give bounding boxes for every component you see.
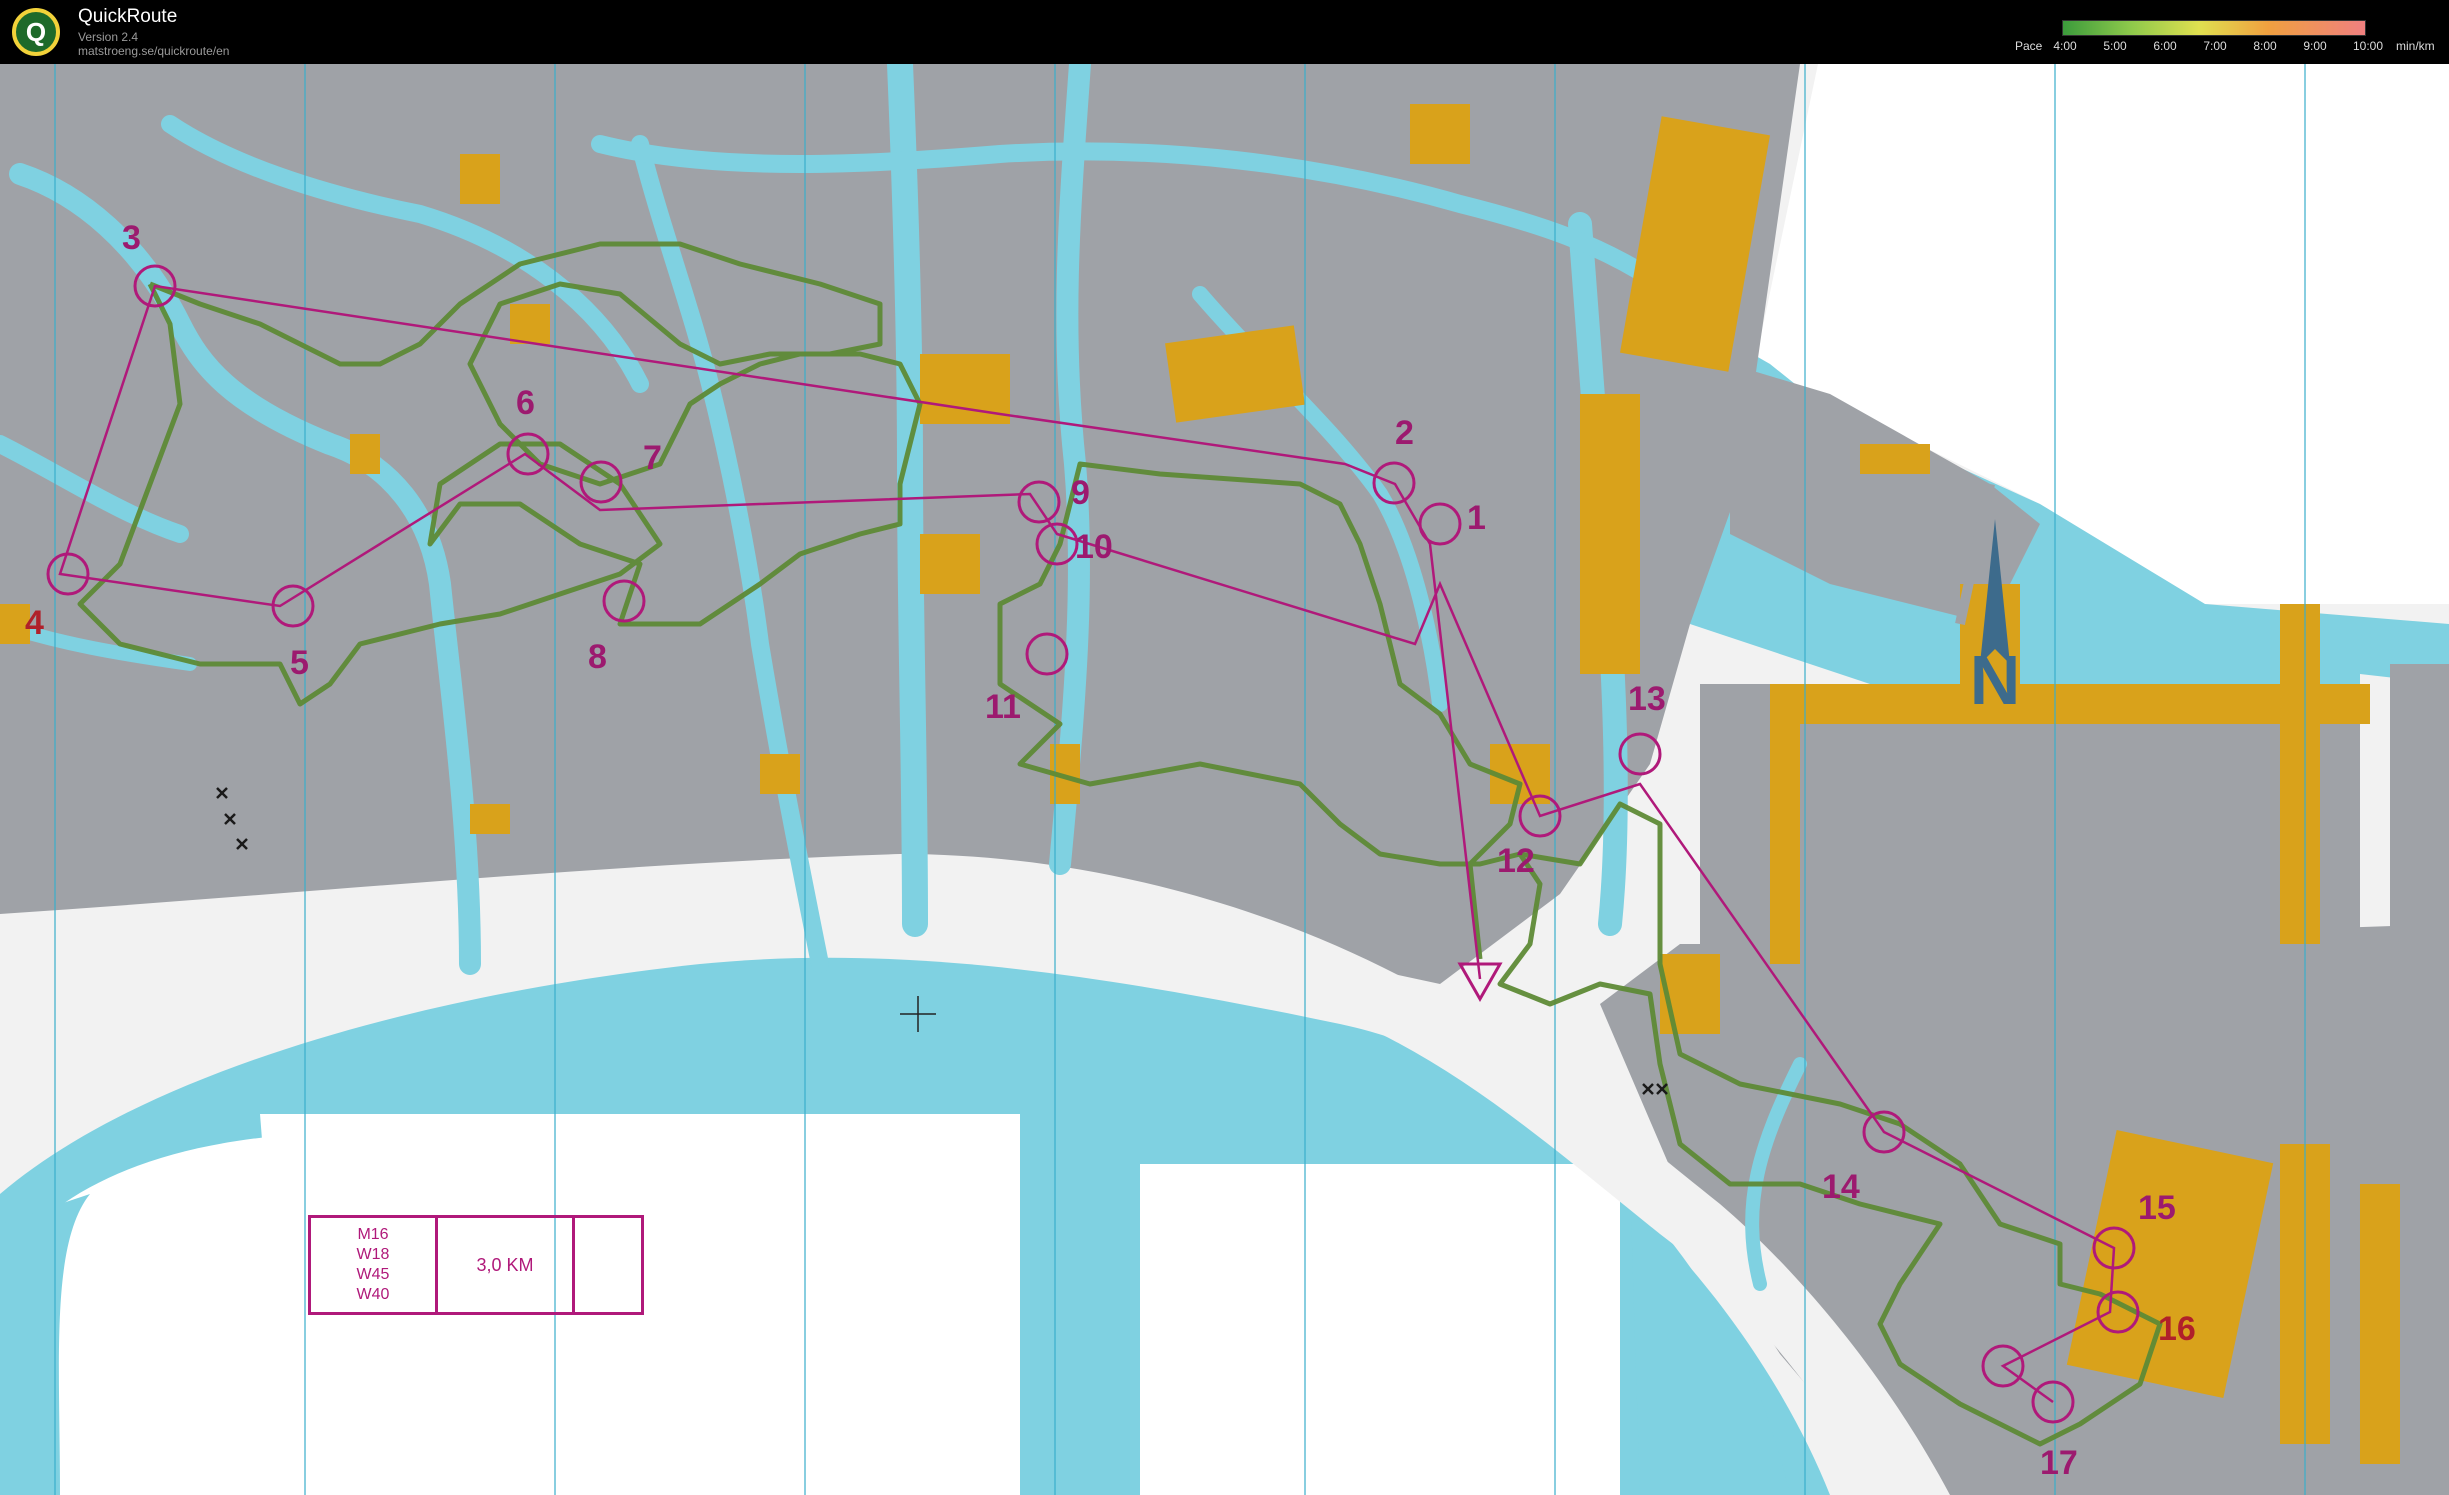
control-number: 2 xyxy=(1395,414,1414,452)
app-title: QuickRoute xyxy=(78,6,178,27)
control-number: 14 xyxy=(1822,1168,1860,1206)
control-number: 7 xyxy=(643,439,662,477)
pace-tick: 6:00 xyxy=(2153,39,2177,53)
pace-color-scale xyxy=(2062,20,2366,36)
pace-tick: 10:00 xyxy=(2352,39,2384,53)
pace-unit: min/km xyxy=(2396,39,2435,53)
course-info-box: M16 W18 W45 W40 3,0 KM xyxy=(308,1215,644,1315)
control-number: 17 xyxy=(2040,1444,2078,1482)
control-number: 5 xyxy=(290,644,309,682)
control-number: 15 xyxy=(2138,1189,2176,1227)
control-number: 3 xyxy=(122,219,141,257)
control-number: 9 xyxy=(1071,474,1090,512)
north-label: N xyxy=(1970,641,2021,719)
control-number: 1 xyxy=(1467,499,1486,537)
control-number: 10 xyxy=(1075,528,1113,566)
arsenal-blocks xyxy=(2390,664,2449,1124)
pace-tick: 9:00 xyxy=(2303,39,2327,53)
svg-text:Q: Q xyxy=(26,17,46,47)
pace-label: Pace xyxy=(2015,39,2043,53)
control-number: 13 xyxy=(1628,680,1666,718)
app-header: Q QuickRoute Version 2.4 matstroeng.se/q… xyxy=(0,0,2449,64)
class-label: W45 xyxy=(356,1266,390,1283)
control-number: 8 xyxy=(588,638,607,676)
course-info-blank xyxy=(575,1218,641,1312)
control-number: 11 xyxy=(985,688,1021,726)
app-url: matstroeng.se/quickroute/en xyxy=(78,44,230,58)
pace-tick: 5:00 xyxy=(2103,39,2127,53)
app-version: Version 2.4 xyxy=(78,30,139,44)
orienteering-map[interactable]: N 1 2 3 4 5 6 7 8 9 10 11 12 13 14 15 16… xyxy=(0,64,2449,1495)
pace-tick: 7:00 xyxy=(2203,39,2227,53)
unmapped-area xyxy=(1140,1164,1620,1495)
control-number: 12 xyxy=(1497,842,1535,880)
control-number: 16 xyxy=(2158,1310,2196,1348)
pace-tick: 8:00 xyxy=(2253,39,2277,53)
control-number: 6 xyxy=(516,384,535,422)
control-number: 4 xyxy=(25,604,44,642)
class-label: M16 xyxy=(357,1226,389,1243)
class-label: W40 xyxy=(356,1286,390,1303)
course-classes: M16 W18 W45 W40 xyxy=(311,1218,438,1312)
class-label: W18 xyxy=(356,1246,390,1263)
pace-tick: 4:00 xyxy=(2053,39,2077,53)
pace-legend: Pace 4:00 5:00 6:00 7:00 8:00 9:00 10:00… xyxy=(2015,16,2435,60)
quickroute-window: Q QuickRoute Version 2.4 matstroeng.se/q… xyxy=(0,0,2449,1495)
quickroute-logo-icon: Q xyxy=(12,8,60,56)
course-distance: 3,0 KM xyxy=(438,1218,575,1312)
